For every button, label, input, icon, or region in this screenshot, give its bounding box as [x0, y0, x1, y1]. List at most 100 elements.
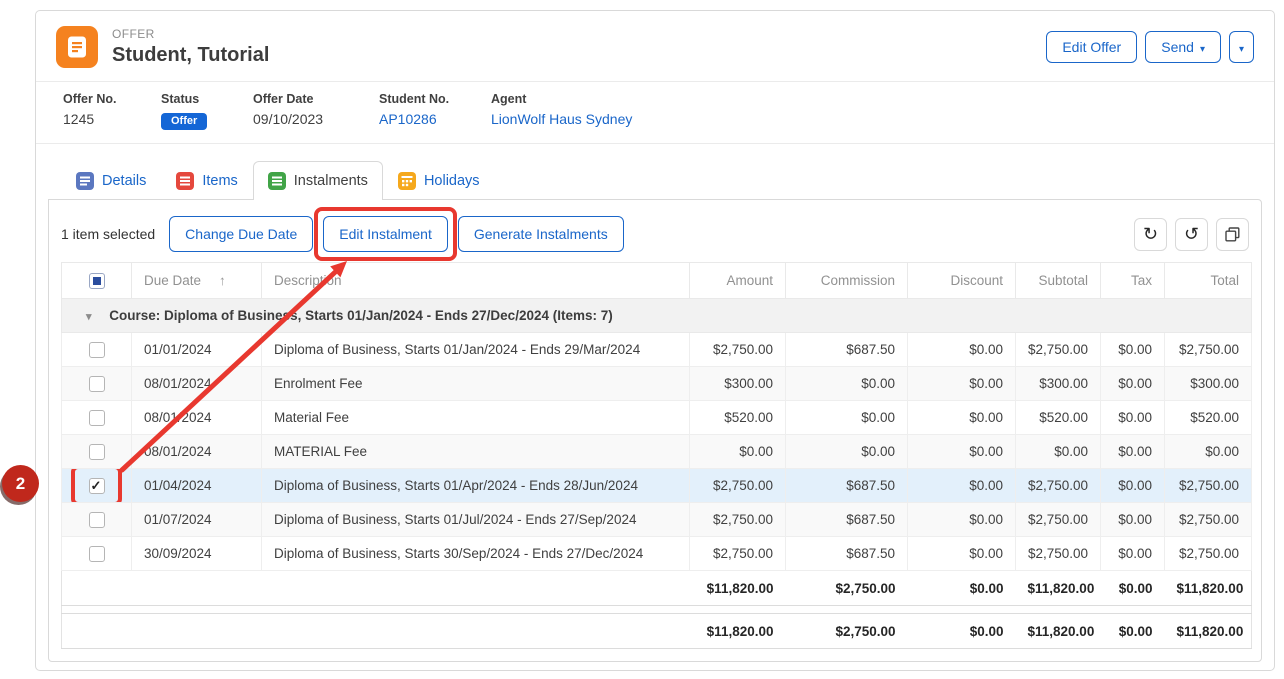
grand-total-tax: $0.00	[1101, 614, 1165, 649]
cell-tax: $0.00	[1101, 435, 1165, 469]
cell-discount: $0.00	[908, 401, 1016, 435]
refresh-button[interactable]: ↻	[1134, 218, 1167, 251]
column-total[interactable]: Total	[1165, 263, 1252, 299]
history-icon: ↺	[1184, 225, 1199, 243]
columns-button[interactable]	[1216, 218, 1249, 251]
step-number-badge: 2	[2, 465, 39, 502]
table-row[interactable]: 30/09/2024 Diploma of Business, Starts 3…	[62, 537, 1252, 571]
column-description[interactable]: Description	[262, 263, 690, 299]
student-number-link[interactable]: AP10286	[379, 111, 491, 127]
column-label: Due Date	[144, 273, 201, 288]
cell-total: $2,750.00	[1165, 503, 1252, 537]
row-checkbox[interactable]	[89, 546, 105, 562]
row-checkbox[interactable]	[89, 342, 105, 358]
grand-total-discount: $0.00	[908, 614, 1016, 649]
offer-icon	[56, 26, 98, 68]
tab-label: Instalments	[294, 173, 368, 189]
row-checkbox-cell	[62, 401, 132, 435]
info-field-offer-no: Offer No. 1245	[63, 92, 161, 130]
table-row[interactable]: 08/01/2024 Enrolment Fee $300.00 $0.00 $…	[62, 367, 1252, 401]
cell-amount: $2,750.00	[690, 333, 786, 367]
table-row[interactable]: 01/07/2024 Diploma of Business, Starts 0…	[62, 503, 1252, 537]
row-checkbox-cell	[62, 333, 132, 367]
cell-commission: $0.00	[786, 401, 908, 435]
tab-holidays[interactable]: Holidays	[383, 161, 495, 199]
tab-label: Details	[102, 173, 146, 189]
agent-link[interactable]: LionWolf Haus Sydney	[491, 111, 632, 127]
totals-spacer	[62, 606, 1252, 614]
offer-number-value: 1245	[63, 111, 161, 127]
row-checkbox[interactable]	[89, 376, 105, 392]
generate-instalments-button[interactable]: Generate Instalments	[458, 216, 624, 252]
cell-due-date: 08/01/2024	[132, 435, 262, 469]
cell-tax: $0.00	[1101, 401, 1165, 435]
column-commission[interactable]: Commission	[786, 263, 908, 299]
row-checkbox[interactable]	[89, 410, 105, 426]
info-label: Student No.	[379, 92, 491, 106]
grand-total-amount: $11,820.00	[690, 614, 786, 649]
page-title: Student, Tutorial	[112, 44, 269, 67]
group-total-commission: $2,750.00	[786, 571, 908, 606]
change-due-date-button[interactable]: Change Due Date	[169, 216, 313, 252]
offer-info-bar: Offer No. 1245 Status Offer Offer Date 0…	[36, 81, 1274, 144]
row-checkbox-cell	[62, 469, 132, 503]
chevron-down-icon: ▾	[1200, 44, 1205, 55]
info-label: Status	[161, 92, 253, 106]
column-subtotal[interactable]: Subtotal	[1016, 263, 1101, 299]
cell-commission: $687.50	[786, 469, 908, 503]
cell-total: $520.00	[1165, 401, 1252, 435]
tab-label: Items	[202, 173, 237, 189]
sort-ascending-icon[interactable]: ↑	[219, 273, 226, 288]
cell-due-date: 01/01/2024	[132, 333, 262, 367]
info-field-agent: Agent LionWolf Haus Sydney	[491, 92, 632, 130]
cell-discount: $0.00	[908, 503, 1016, 537]
row-checkbox[interactable]	[89, 444, 105, 460]
cell-description: Diploma of Business, Starts 01/Apr/2024 …	[262, 469, 690, 503]
info-label: Agent	[491, 92, 632, 106]
select-all-checkbox[interactable]	[89, 273, 105, 289]
table-row[interactable]: 08/01/2024 Material Fee $520.00 $0.00 $0…	[62, 401, 1252, 435]
more-actions-button[interactable]: ▾	[1229, 31, 1254, 63]
cell-commission: $687.50	[786, 333, 908, 367]
edit-instalment-button[interactable]: Edit Instalment	[323, 216, 448, 252]
items-icon	[176, 172, 194, 190]
cell-description: Enrolment Fee	[262, 367, 690, 401]
edit-offer-button[interactable]: Edit Offer	[1046, 31, 1137, 63]
tab-label: Holidays	[424, 173, 480, 189]
column-due-date[interactable]: Due Date ↑	[132, 263, 262, 299]
cell-amount: $0.00	[690, 435, 786, 469]
table-row[interactable]: 08/01/2024 MATERIAL Fee $0.00 $0.00 $0.0…	[62, 435, 1252, 469]
send-button-label: Send	[1161, 39, 1194, 55]
cell-amount: $2,750.00	[690, 537, 786, 571]
instalments-toolbar: 1 item selected Change Due Date Edit Ins…	[61, 216, 1249, 252]
info-field-status: Status Offer	[161, 92, 253, 130]
info-label: Offer No.	[63, 92, 161, 106]
column-amount[interactable]: Amount	[690, 263, 786, 299]
cell-commission: $0.00	[786, 435, 908, 469]
tab-items[interactable]: Items	[161, 161, 252, 199]
info-field-student-no: Student No. AP10286	[379, 92, 491, 130]
grand-total-commission: $2,750.00	[786, 614, 908, 649]
history-button[interactable]: ↺	[1175, 218, 1208, 251]
select-all-cell	[62, 263, 132, 299]
send-button[interactable]: Send ▾	[1145, 31, 1221, 63]
column-tax[interactable]: Tax	[1101, 263, 1165, 299]
cell-amount: $2,750.00	[690, 469, 786, 503]
group-total-total: $11,820.00	[1165, 571, 1252, 606]
tab-details[interactable]: Details	[61, 161, 161, 199]
collapse-group-icon[interactable]: ▾	[86, 311, 92, 323]
row-checkbox-cell	[62, 367, 132, 401]
table-row[interactable]: 01/04/2024 Diploma of Business, Starts 0…	[62, 469, 1252, 503]
group-header-row[interactable]: ▾ Course: Diploma of Business, Starts 01…	[62, 299, 1252, 333]
group-totals-row: $11,820.00 $2,750.00 $0.00 $11,820.00 $0…	[62, 571, 1252, 606]
row-checkbox[interactable]	[89, 478, 105, 494]
cell-discount: $0.00	[908, 469, 1016, 503]
cell-discount: $0.00	[908, 537, 1016, 571]
cell-total: $2,750.00	[1165, 333, 1252, 367]
table-row[interactable]: 01/01/2024 Diploma of Business, Starts 0…	[62, 333, 1252, 367]
tab-instalments[interactable]: Instalments	[253, 161, 383, 200]
row-checkbox-cell	[62, 503, 132, 537]
row-checkbox[interactable]	[89, 512, 105, 528]
column-discount[interactable]: Discount	[908, 263, 1016, 299]
group-title: Course: Diploma of Business, Starts 01/J…	[109, 308, 612, 323]
